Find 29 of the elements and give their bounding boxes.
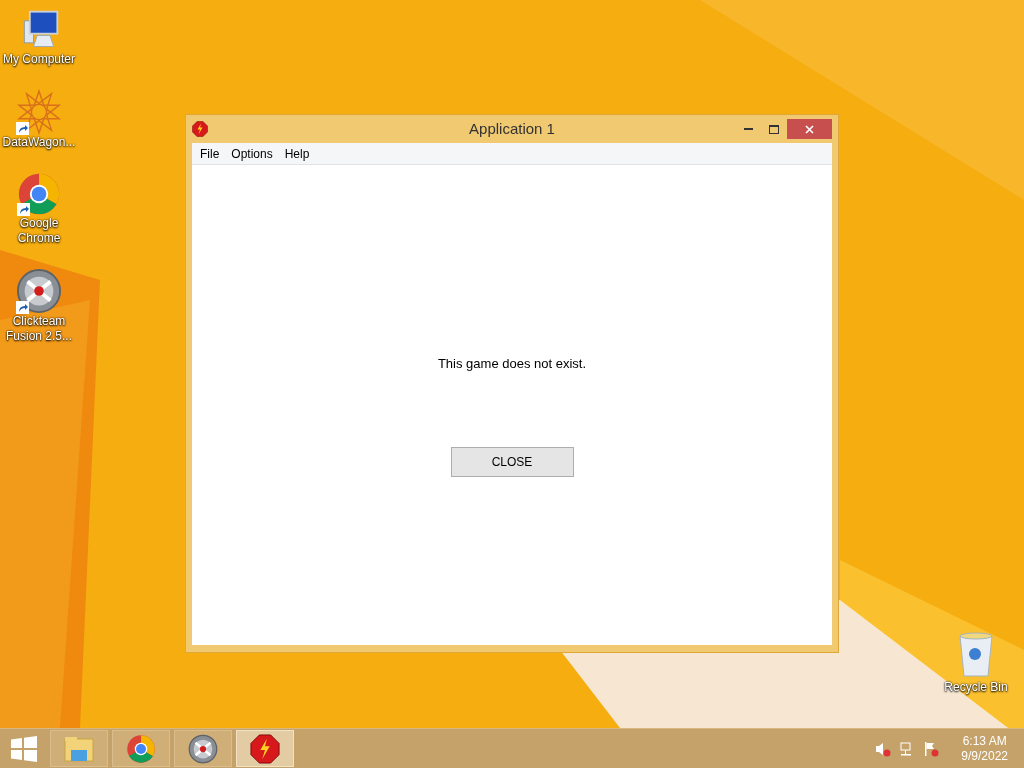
chrome-icon xyxy=(126,733,156,764)
desktop-icon-label[interactable]: Clickteam Fusion 2.5... xyxy=(0,314,78,344)
close-game-button[interactable]: CLOSE xyxy=(450,446,574,477)
desktop-icon-label[interactable]: DataWagon... xyxy=(0,135,78,150)
clock-time[interactable]: 6:13 AM xyxy=(962,733,1007,749)
desktop-icon-label[interactable]: My Computer xyxy=(0,52,78,67)
flag-icon xyxy=(923,740,940,757)
menu-item[interactable]: Options xyxy=(225,144,279,163)
lightning-icon xyxy=(250,733,280,764)
chrome-icon xyxy=(17,172,61,216)
clickteam-icon xyxy=(16,268,62,314)
window-title: Application 1 xyxy=(468,118,556,139)
lightning-icon xyxy=(192,121,208,137)
maximize-icon xyxy=(769,124,779,134)
menu-item[interactable]: File xyxy=(194,144,226,163)
star-icon xyxy=(16,89,62,135)
menu-item[interactable]: Help xyxy=(278,144,316,163)
minimize-icon xyxy=(743,128,753,130)
windows-logo-icon xyxy=(11,735,37,762)
speaker-muted-icon xyxy=(875,740,892,757)
close-icon xyxy=(805,124,814,134)
message-text: This game does not exist. xyxy=(437,355,587,373)
taskbar-button[interactable] xyxy=(174,730,232,767)
clickteam-icon xyxy=(188,733,218,764)
taskbar-button[interactable] xyxy=(236,730,294,767)
taskbar-button[interactable] xyxy=(112,730,170,767)
recycle-bin-icon xyxy=(957,632,995,678)
desktop-icon-label[interactable]: Google Chrome xyxy=(0,216,78,246)
clock-date[interactable]: 9/9/2022 xyxy=(961,748,1008,764)
